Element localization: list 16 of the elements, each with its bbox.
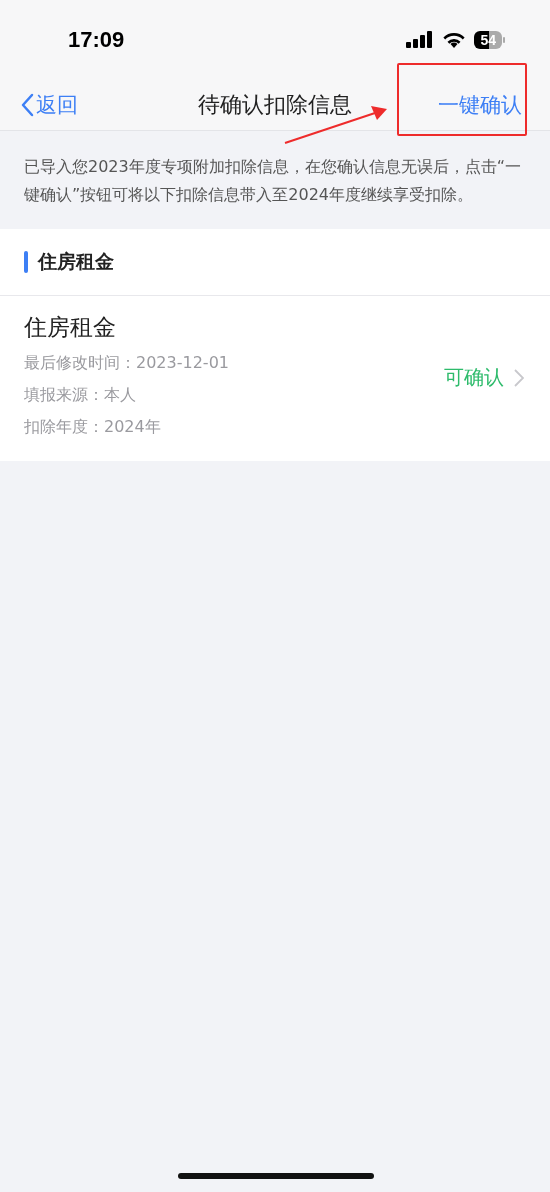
back-button[interactable]: 返回	[20, 91, 78, 119]
chevron-right-icon	[514, 368, 524, 387]
signal-icon	[406, 31, 435, 49]
item-detail: 扣除年度：2024年	[24, 416, 162, 438]
page-title: 待确认扣除信息	[198, 91, 352, 119]
chevron-left-icon	[20, 93, 34, 117]
item-title: 住房租金	[24, 313, 117, 342]
accent-bar	[24, 251, 28, 273]
item-detail: 填报来源：本人	[24, 384, 137, 406]
wifi-icon	[442, 31, 467, 49]
info-notice: 已导入您2023年度专项附加扣除信息，在您确认信息无误后，点击“一键确认”按钮可将以下扣除信息带入至2024年度继续享受扣除。	[23, 156, 522, 206]
item-detail: 最后修改时间：2023-12-01	[24, 352, 230, 374]
clock-time: 17:09	[68, 27, 125, 53]
confirm-all-button[interactable]: 一键确认	[438, 91, 522, 119]
section-title: 住房租金	[38, 249, 114, 274]
confirm-status-link[interactable]: 可确认	[444, 364, 524, 391]
